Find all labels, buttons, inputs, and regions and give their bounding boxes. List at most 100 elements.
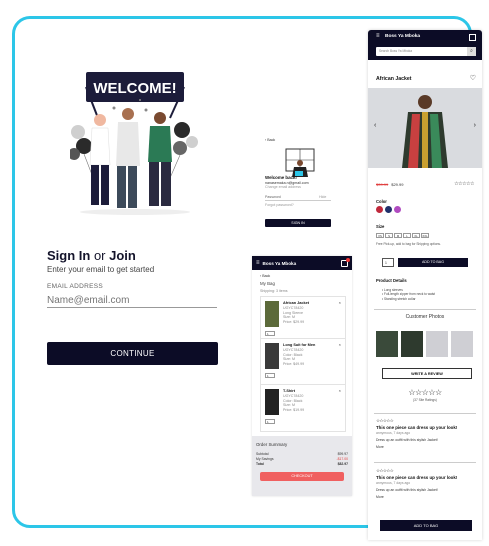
review-title: This one piece can dress up your look! [376,475,458,480]
search-placeholder: Search Boss Ya Mboka [379,49,413,53]
remove-item-icon[interactable]: × [339,300,341,305]
review-more-link[interactable]: More [376,445,476,449]
chevron-left-icon[interactable]: ‹ [374,122,376,129]
continue-button[interactable]: CONTINUE [47,342,218,365]
customer-photo[interactable] [401,331,423,357]
search-icon[interactable]: ⌕ [467,47,476,56]
size-option[interactable]: M [394,233,402,238]
review-more-link[interactable]: More [376,495,476,499]
bag-item-name: Long Suit for Men [283,343,316,347]
password-field[interactable] [265,200,331,201]
bag-screen-mock: ≡ Boss Ya Mboka ‹ Back My Bag Shipping: … [252,256,352,496]
summary-value: $82.97 [337,462,348,466]
product-screen-mock: ≡ Boss Ya Mboka Search Boss Ya Mboka ⌕ A… [368,30,482,540]
product-details-label: Product Details [376,278,407,283]
product-model-image [402,95,448,168]
bag-title: My Bag [260,281,275,286]
heart-icon[interactable]: ♡ [470,74,476,82]
detail-item: • Standing stretch collar [382,296,416,301]
bag-item-thumbnail [265,389,279,415]
review-stars-icon: ☆☆☆☆☆ [376,418,394,423]
chevron-right-icon[interactable]: › [474,122,476,129]
bag-header: ≡ Boss Ya Mboka [252,256,352,270]
divider [374,462,476,463]
product-details-list: • Long sleeves • Full-length zipper from… [382,288,435,301]
review-author: annymous, 7 days ago [376,481,411,485]
bag-item-name: T-Shirt [283,389,296,393]
divider [374,413,476,414]
signin-title: Sign In or Join [47,248,136,263]
current-price: $29.99 [391,182,404,187]
menu-icon[interactable]: ≡ [376,33,380,39]
search-input[interactable]: Search Boss Ya Mboka ⌕ [376,47,476,56]
quantity-select[interactable]: 1 [382,258,394,267]
change-email-link[interactable]: Change email address [265,185,301,189]
review-body: Dress up an outfit with this stylish Jac… [376,488,438,492]
order-summary: Order Summary Subtotal $99.97 My Savings -… [252,436,352,496]
login-screen-mock: ‹ Back Welcome back! nanasemaka.n@gmail.… [262,138,336,234]
divider [374,309,476,310]
bag-item-meta: UGYC78420 Long Sleeve Size: M Price: $29… [283,306,304,324]
bag-item-thumbnail [265,343,279,369]
password-hide-toggle[interactable]: Hide [319,195,326,199]
customer-photos-title: Customer Photos [405,314,445,320]
email-label: EMAIL ADDRESS [47,283,104,290]
bag-item: Long Suit for Men UGYC78420 Color: Black… [260,338,346,386]
bag-item-meta-line: Price: $49.99 [283,361,305,366]
review-body: Dress up an outfit with this stylish Jac… [376,438,438,442]
product-price: $39.99 $29.99 [376,182,403,187]
color-swatch-navy[interactable] [385,206,392,213]
customer-photo[interactable] [426,331,448,357]
item-qty-select[interactable]: 1 [265,419,275,424]
bag-item: T-Shirt UGYC78420 Color: Black Size: M P… [260,384,346,432]
color-swatch-purple[interactable] [394,206,401,213]
size-selector: XS S M L XL XXL [376,233,429,238]
signin-subtitle: Enter your email to get started [47,265,155,274]
bag-item-meta: UGYC78420 Color: Black Size: M Price: $1… [283,394,304,412]
bottom-add-to-bag-button[interactable]: ADD TO BAG [380,520,472,531]
item-qty-select[interactable]: 1 [265,373,275,378]
customer-photo[interactable] [451,331,473,357]
customer-photo[interactable] [376,331,398,357]
old-price: $39.99 [376,182,389,187]
bag-back-link[interactable]: ‹ Back [260,274,270,278]
signin-button[interactable]: SIGN IN [265,219,331,227]
bag-item-meta-line: UGYC78420 [283,306,304,310]
size-label: Size [376,224,385,229]
order-summary-title: Order Summary [256,442,288,447]
summary-label: Total [256,462,264,466]
bag-brand: Boss Ya Mboka [262,260,297,266]
cart-icon[interactable] [341,257,350,267]
bag-icon[interactable] [469,34,476,41]
size-option[interactable]: XS [376,233,384,238]
login-back-link[interactable]: ‹ Back [265,138,275,142]
write-review-button[interactable]: WRITE A REVIEW [382,368,472,379]
password-label: Password [265,195,281,199]
size-option[interactable]: XXL [421,233,429,238]
forgot-password-link[interactable]: Forgot password? [265,203,294,207]
remove-item-icon[interactable]: × [339,388,341,393]
remove-item-icon[interactable]: × [339,342,341,347]
color-label: Color [376,199,387,204]
bag-item-meta: UGYC78420 Color: Black Size: M Price: $4… [283,348,304,366]
item-qty-select[interactable]: 1 [265,331,275,336]
summary-row: Total $82.97 [256,462,348,467]
rating-count: (37 Site Ratings) [413,398,437,402]
bag-item-name: African Jacket [283,301,309,305]
size-option[interactable]: XL [412,233,420,238]
app-showcase: WELCOME! Sign In or Join Enter your emai… [0,0,489,546]
email-input[interactable] [47,294,217,308]
add-to-bag-button[interactable]: ADD TO BAG [398,258,468,267]
bag-item-meta-line: UGYC78420 [283,348,304,352]
color-swatch-red[interactable] [376,206,383,213]
size-option[interactable]: S [385,233,393,238]
bag-item-thumbnail [265,301,279,327]
menu-icon[interactable]: ≡ [256,260,260,266]
bag-item: African Jacket UGYC78420 Long Sleeve Siz… [260,296,346,344]
bag-shipping-note: Shipping: 3 items [260,289,288,293]
checkout-button[interactable]: CHECKOUT [260,472,344,481]
size-option[interactable]: L [403,233,411,238]
signin-title-signin: Sign In [47,248,91,263]
pickup-note: Free Pick-up, add to bag for Shipping op… [376,242,441,246]
signin-title-join: Join [109,248,136,263]
